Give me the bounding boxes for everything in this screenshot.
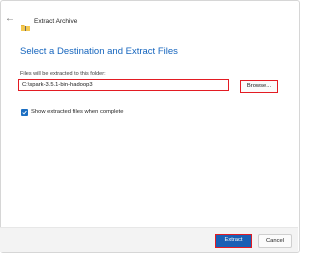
checkmark-icon <box>22 110 27 115</box>
extract-archive-dialog: ← Extract Archive Select a Destination a… <box>0 0 300 253</box>
window-title: Extract Archive <box>34 18 78 25</box>
destination-label: Files will be extracted to this folder: <box>20 71 106 77</box>
extract-button[interactable]: Extract <box>215 234 252 248</box>
back-arrow-icon[interactable]: ← <box>5 14 15 24</box>
title-bar: ← Extract Archive <box>1 1 299 31</box>
cancel-button[interactable]: Cancel <box>258 234 292 248</box>
show-extracted-files-checkbox[interactable] <box>21 109 28 116</box>
browse-button[interactable]: Browse... <box>240 80 278 93</box>
zip-folder-icon <box>21 18 30 31</box>
show-extracted-files-label: Show extracted files when complete <box>31 109 124 115</box>
page-heading: Select a Destination and Extract Files <box>20 46 178 57</box>
dialog-footer <box>0 227 298 252</box>
destination-path-input[interactable] <box>18 79 229 91</box>
